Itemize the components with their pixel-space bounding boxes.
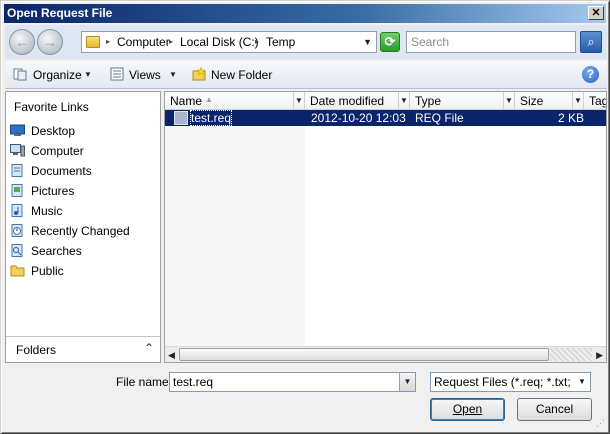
breadcrumb-local-disk[interactable]: Local Disk (C:) bbox=[180, 35, 259, 49]
breadcrumb-temp[interactable]: Temp bbox=[266, 35, 295, 49]
file-icon bbox=[174, 111, 188, 125]
organize-dropdown-icon[interactable]: ▼ bbox=[84, 70, 92, 79]
favorite-links-header: Favorite Links bbox=[14, 100, 89, 114]
navigation-pane: Favorite Links Desktop Computer Document… bbox=[5, 91, 161, 363]
fav-item-label: Documents bbox=[31, 164, 92, 178]
column-header-label: Tag bbox=[589, 94, 607, 108]
sorted-column-shading bbox=[165, 110, 305, 348]
column-header-label: Date modified bbox=[310, 94, 385, 108]
desktop-icon bbox=[10, 124, 25, 136]
address-dropdown-icon[interactable]: ▼ bbox=[363, 37, 372, 47]
column-dropdown-icon[interactable]: ▼ bbox=[293, 92, 304, 109]
fav-item-documents[interactable]: Documents bbox=[8, 162, 158, 180]
file-type-select[interactable]: Request Files (*.req; *.txt; *.cm ▼ bbox=[430, 372, 591, 392]
file-name-label: File name: bbox=[116, 375, 173, 389]
recent-icon bbox=[11, 224, 23, 237]
folder-icon bbox=[86, 36, 100, 48]
column-header-label: Type bbox=[415, 94, 442, 108]
views-icon bbox=[110, 67, 124, 81]
views-button[interactable]: Views bbox=[129, 68, 161, 82]
views-dropdown-icon[interactable]: ▼ bbox=[169, 70, 177, 79]
fav-item-music[interactable]: Music bbox=[8, 202, 158, 220]
forward-button[interactable]: → bbox=[37, 29, 63, 55]
column-header-label: Size bbox=[520, 94, 544, 108]
column-dropdown-icon[interactable]: ▼ bbox=[572, 92, 583, 109]
file-size: 2 KB bbox=[558, 111, 585, 125]
folders-toggle[interactable]: Folders ⌃ bbox=[6, 336, 160, 362]
horizontal-scrollbar[interactable]: ◀ ▶ bbox=[165, 346, 606, 362]
back-button[interactable]: ← bbox=[9, 29, 35, 55]
music-icon bbox=[11, 204, 23, 217]
close-button[interactable]: ✕ bbox=[588, 6, 604, 20]
breadcrumb-computer[interactable]: Computer bbox=[117, 35, 170, 49]
new-folder-icon bbox=[192, 67, 206, 81]
address-bar[interactable]: ▸ Computer ▸ Local Disk (C:) ▸ Temp ▼ bbox=[81, 31, 377, 53]
file-list: Name ▲ ▼ Date modified ▼ Type ▼ Size ▼ T… bbox=[164, 91, 607, 363]
search-input[interactable]: Search bbox=[406, 31, 576, 53]
fav-item-recently-changed[interactable]: Recently Changed bbox=[8, 222, 158, 240]
column-header-tag[interactable]: Tag bbox=[584, 92, 607, 110]
fav-item-label: Recently Changed bbox=[31, 224, 130, 238]
documents-icon bbox=[11, 164, 23, 177]
navigation-bar: ← → ▸ Computer ▸ Local Disk (C:) ▸ Temp … bbox=[5, 25, 607, 59]
breadcrumb-separator[interactable]: ▸ bbox=[255, 37, 259, 46]
sort-ascending-icon: ▲ bbox=[205, 95, 213, 104]
breadcrumb-separator[interactable]: ▸ bbox=[169, 37, 173, 46]
scroll-left-icon[interactable]: ◀ bbox=[168, 350, 175, 361]
fav-item-label: Computer bbox=[31, 144, 84, 158]
pictures-icon bbox=[11, 184, 23, 197]
column-header-label: Name bbox=[170, 94, 203, 108]
file-type: REQ File bbox=[415, 111, 464, 125]
fav-item-label: Desktop bbox=[31, 124, 76, 138]
computer-icon bbox=[10, 144, 25, 157]
folders-label: Folders bbox=[16, 343, 57, 357]
searches-icon bbox=[11, 244, 23, 257]
search-button[interactable]: ⌕ bbox=[580, 31, 602, 53]
scrollbar-thumb[interactable] bbox=[179, 348, 549, 361]
file-row[interactable]: test.req 2012-10-20 12:03 REQ File 2 KB bbox=[165, 110, 606, 126]
column-header-name[interactable]: Name ▲ ▼ bbox=[165, 92, 305, 110]
fav-item-pictures[interactable]: Pictures bbox=[8, 182, 158, 200]
open-button-label: Open bbox=[452, 402, 483, 416]
column-header-size[interactable]: Size ▼ bbox=[515, 92, 584, 110]
command-toolbar: Organize ▼ Views ▼ New Folder ? bbox=[5, 61, 607, 89]
fav-item-desktop[interactable]: Desktop bbox=[8, 122, 158, 140]
fav-item-searches[interactable]: Searches bbox=[8, 242, 158, 260]
breadcrumb-separator[interactable]: ▸ bbox=[106, 37, 110, 46]
organize-icon bbox=[13, 68, 27, 81]
organize-button[interactable]: Organize bbox=[33, 68, 82, 82]
fav-item-label: Public bbox=[31, 264, 64, 278]
help-icon[interactable]: ? bbox=[582, 66, 599, 83]
chevron-up-icon[interactable]: ⌃ bbox=[144, 341, 154, 355]
window-title: Open Request File bbox=[7, 6, 113, 20]
fav-item-label: Searches bbox=[31, 244, 82, 258]
column-dropdown-icon[interactable]: ▼ bbox=[503, 92, 514, 109]
fav-item-public[interactable]: Public bbox=[8, 262, 158, 280]
open-button[interactable]: Open bbox=[430, 398, 505, 421]
public-folder-icon bbox=[10, 265, 25, 277]
file-name: test.req bbox=[191, 111, 232, 125]
file-name-field[interactable]: test.req ▼ bbox=[169, 372, 416, 392]
resize-grip-icon[interactable]: ⋰ bbox=[596, 418, 605, 429]
file-name-value: test.req bbox=[173, 375, 214, 389]
column-header-date-modified[interactable]: Date modified ▼ bbox=[305, 92, 410, 110]
new-folder-button[interactable]: New Folder bbox=[211, 68, 272, 82]
scrollbar-track[interactable] bbox=[550, 348, 592, 361]
column-dropdown-icon[interactable]: ▼ bbox=[398, 92, 409, 109]
column-header-type[interactable]: Type ▼ bbox=[410, 92, 515, 110]
open-file-dialog: Open Request File ✕ ← → ▸ Computer ▸ Loc… bbox=[0, 0, 610, 434]
fav-item-label: Pictures bbox=[31, 184, 75, 198]
title-bar: Open Request File ✕ bbox=[4, 4, 606, 23]
fav-item-computer[interactable]: Computer bbox=[8, 142, 158, 160]
cancel-button[interactable]: Cancel bbox=[517, 398, 592, 421]
file-type-value: Request Files (*.req; *.txt; *.cm bbox=[434, 375, 591, 389]
refresh-button[interactable]: ⟳ bbox=[380, 32, 400, 52]
file-date-modified: 2012-10-20 12:03 bbox=[311, 111, 406, 125]
scroll-right-icon[interactable]: ▶ bbox=[596, 350, 603, 361]
file-type-dropdown-icon[interactable]: ▼ bbox=[574, 373, 590, 391]
fav-item-label: Music bbox=[31, 204, 63, 218]
file-name-dropdown-icon[interactable]: ▼ bbox=[399, 373, 415, 391]
